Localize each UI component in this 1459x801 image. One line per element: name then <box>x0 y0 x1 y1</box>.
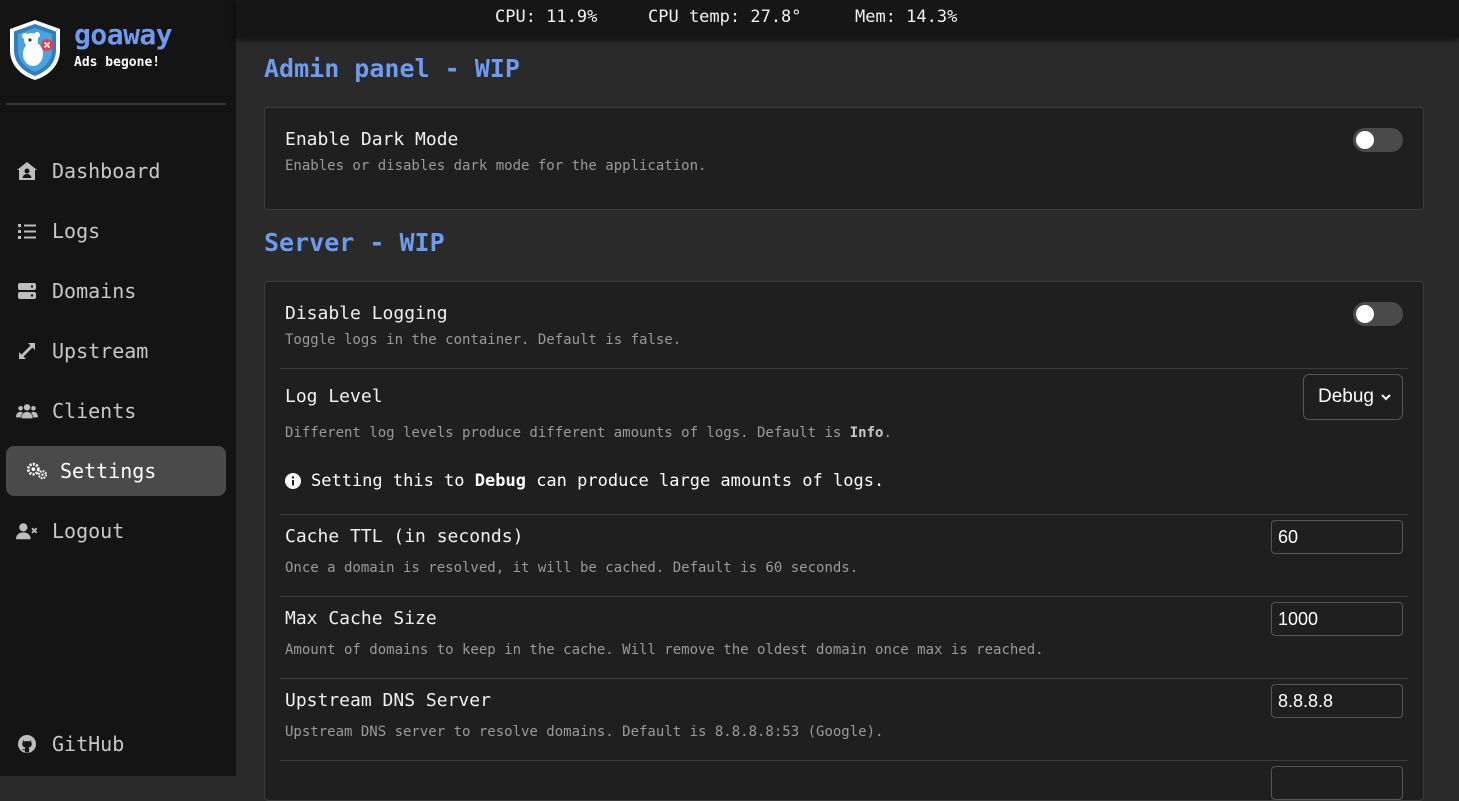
row-divider <box>280 760 1408 761</box>
log-level-warning: Setting this to Debug can produce large … <box>285 471 884 491</box>
upstream-dns-desc: Upstream DNS server to resolve domains. … <box>285 724 884 740</box>
sidebar-item-label: Logout <box>52 519 125 543</box>
upstream-dns-input[interactable]: 8.8.8.8 <box>1271 684 1403 718</box>
github-icon <box>16 733 38 755</box>
log-level-desc-default: Info <box>849 425 884 441</box>
sidebar: goaway Ads begone! Dashboard Logs Domain… <box>0 0 236 776</box>
row-divider <box>280 596 1408 597</box>
app-tagline: Ads begone! <box>74 55 161 70</box>
cache-ttl-title: Cache TTL (in seconds) <box>285 526 524 547</box>
info-circle-icon <box>285 473 301 489</box>
sidebar-divider <box>6 103 226 105</box>
list-icon <box>16 220 38 242</box>
warning-text-end: can produce large amounts of logs. <box>525 471 885 491</box>
server-section-title: Server - WIP <box>264 228 445 257</box>
sidebar-item-clients[interactable]: Clients <box>6 386 226 436</box>
disable-logging-desc: Toggle logs in the container. Default is… <box>285 332 682 348</box>
sidebar-item-logout[interactable]: Logout <box>6 506 226 556</box>
system-stats-bar: CPU: 11.9% CPU temp: 27.8° Mem: 14.3% <box>236 0 1459 38</box>
sidebar-item-logs[interactable]: Logs <box>6 206 226 256</box>
sidebar-item-label: GitHub <box>52 732 125 756</box>
log-level-selected: Debug <box>1318 386 1374 407</box>
admin-settings-card: Enable Dark Mode Enables or disables dar… <box>264 107 1424 210</box>
expand-arrows-icon <box>16 340 38 362</box>
cpu-temp: CPU temp: 27.8° <box>648 7 802 27</box>
dark-mode-toggle[interactable] <box>1353 128 1403 152</box>
dark-mode-title: Enable Dark Mode <box>285 129 459 150</box>
upstream-dns-title: Upstream DNS Server <box>285 690 491 711</box>
sidebar-item-github[interactable]: GitHub <box>6 719 226 769</box>
cpu-usage: CPU: 11.9% <box>495 7 598 27</box>
settings-page: Admin panel - WIP Enable Dark Mode Enabl… <box>236 38 1459 801</box>
sidebar-item-label: Dashboard <box>52 159 161 183</box>
sidebar-item-label: Upstream <box>52 339 149 363</box>
toggle-knob <box>1356 305 1374 323</box>
sidebar-item-label: Logs <box>52 219 101 243</box>
max-cache-input[interactable]: 1000 <box>1271 602 1403 636</box>
max-cache-desc: Amount of domains to keep in the cache. … <box>285 642 1044 658</box>
gears-icon <box>26 460 48 482</box>
sidebar-item-settings[interactable]: Settings <box>6 446 226 496</box>
log-level-desc-text: Different log levels produce different a… <box>285 425 850 441</box>
user-x-icon <box>16 520 38 542</box>
users-icon <box>16 400 38 422</box>
goaway-shield-logo <box>10 20 60 80</box>
row-divider <box>280 514 1408 515</box>
admin-section-title: Admin panel - WIP <box>264 54 520 83</box>
row-divider <box>280 678 1408 679</box>
log-level-desc-end: . <box>883 425 892 441</box>
server-icon <box>16 280 38 302</box>
warning-text-start: Setting this to <box>311 471 475 491</box>
house-user-icon <box>16 160 38 182</box>
log-level-select[interactable]: Debug <box>1303 374 1403 420</box>
chevron-down-icon <box>1381 394 1391 401</box>
disable-logging-title: Disable Logging <box>285 303 448 324</box>
brand[interactable]: goaway Ads begone! <box>6 18 226 82</box>
cache-ttl-desc: Once a domain is resolved, it will be ca… <box>285 560 859 576</box>
disable-logging-toggle[interactable] <box>1353 302 1403 326</box>
dark-mode-desc: Enables or disables dark mode for the ap… <box>285 158 707 174</box>
sidebar-item-label: Domains <box>52 279 137 303</box>
log-level-desc: Different log levels produce different a… <box>285 425 892 441</box>
log-level-title: Log Level <box>285 386 383 407</box>
toggle-knob <box>1356 131 1374 149</box>
row-divider <box>280 368 1408 369</box>
server-settings-card: Disable Logging Toggle logs in the conta… <box>264 281 1424 801</box>
sidebar-item-label: Clients <box>52 399 137 423</box>
app-name: goaway <box>74 18 173 51</box>
warning-text-bold: Debug <box>474 471 526 491</box>
sidebar-item-label: Settings <box>60 459 157 483</box>
next-setting-input[interactable] <box>1271 766 1403 800</box>
sidebar-item-dashboard[interactable]: Dashboard <box>6 146 226 196</box>
sidebar-item-upstream[interactable]: Upstream <box>6 326 226 376</box>
max-cache-title: Max Cache Size <box>285 608 437 629</box>
mem-usage: Mem: 14.3% <box>855 7 958 27</box>
sidebar-item-domains[interactable]: Domains <box>6 266 226 316</box>
cache-ttl-input[interactable]: 60 <box>1271 520 1403 554</box>
